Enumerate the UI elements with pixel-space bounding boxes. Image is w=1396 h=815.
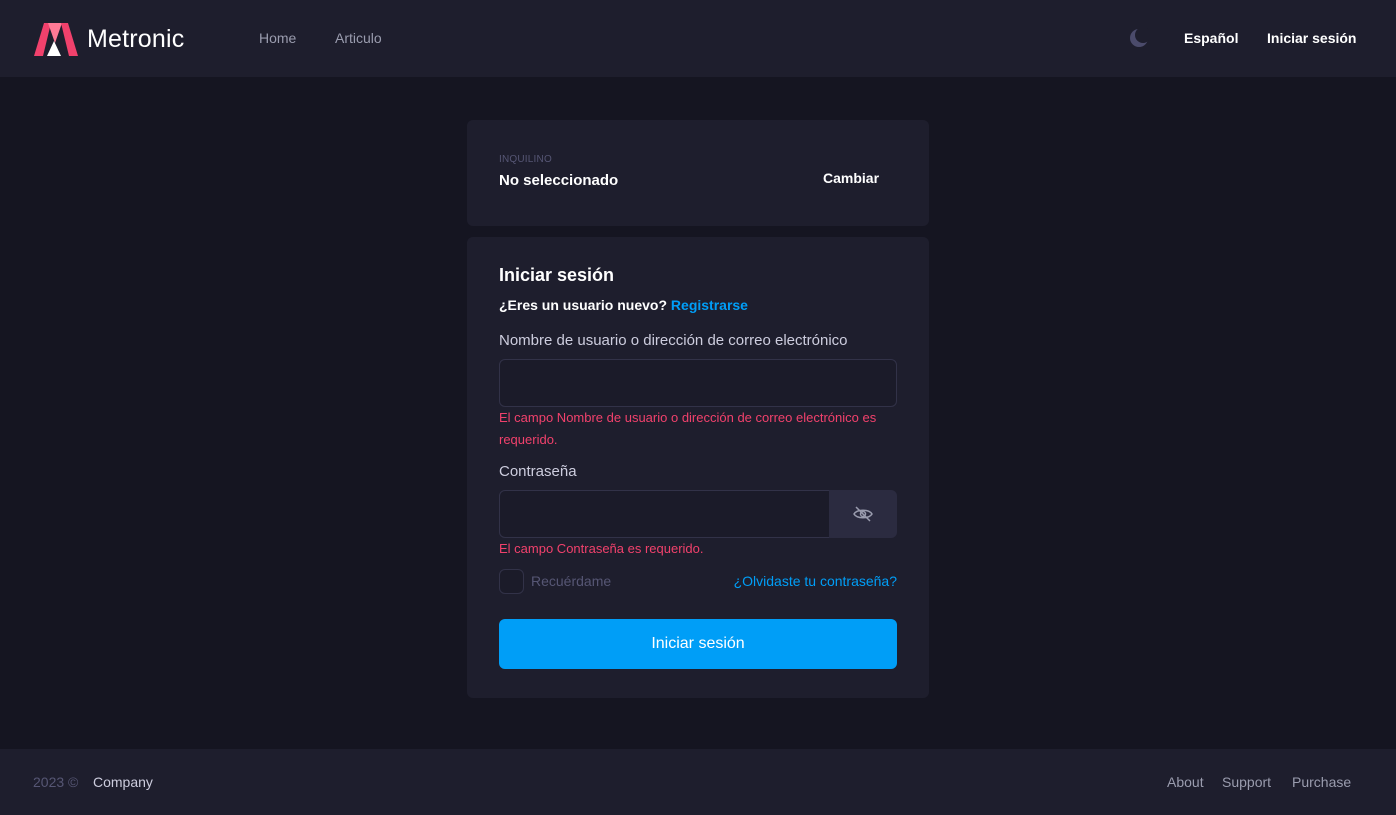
remember-checkbox[interactable] <box>499 569 524 594</box>
nav-home[interactable]: Home <box>259 30 296 46</box>
change-tenant-button[interactable]: Cambiar <box>823 170 879 186</box>
copyright-text: 2023 © <box>33 774 79 790</box>
password-group <box>499 490 897 538</box>
username-input[interactable] <box>499 359 897 407</box>
password-label: Contraseña <box>499 463 577 480</box>
username-error: El campo Nombre de usuario o dirección d… <box>499 410 877 447</box>
footer-about-link[interactable]: About <box>1167 774 1204 790</box>
header-login-link[interactable]: Iniciar sesión <box>1267 30 1356 46</box>
metronic-logo-icon <box>34 22 78 56</box>
new-user-text: ¿Eres un usuario nuevo? <box>499 297 668 313</box>
tenant-label: INQUILINO <box>499 154 552 165</box>
remember-label[interactable]: Recuérdame <box>531 573 611 589</box>
tenant-value: No seleccionado <box>499 172 619 189</box>
brand-name: Metronic <box>87 24 185 53</box>
footer-support-link[interactable]: Support <box>1222 774 1271 790</box>
theme-toggle-button[interactable] <box>1129 27 1151 48</box>
password-input[interactable] <box>499 490 830 538</box>
login-title: Iniciar sesión <box>499 265 615 285</box>
new-user-prompt: ¿Eres un usuario nuevo? Registrarse <box>499 297 748 313</box>
brand-logo[interactable]: Metronic <box>34 22 184 56</box>
company-link[interactable]: Company <box>93 774 153 790</box>
tenant-card: INQUILINO No seleccionado Cambiar <box>467 120 929 226</box>
moon-icon <box>1130 27 1151 47</box>
login-submit-button[interactable]: Iniciar sesión <box>499 619 897 669</box>
password-visibility-toggle[interactable] <box>829 490 897 538</box>
register-link[interactable]: Registrarse <box>671 297 748 313</box>
password-error: El campo Contraseña es requerido. <box>499 541 704 556</box>
username-label: Nombre de usuario o dirección de correo … <box>499 332 848 349</box>
forgot-password-link[interactable]: ¿Olvidaste tu contraseña? <box>734 573 897 589</box>
top-header: Metronic Home Articulo Español Iniciar s… <box>0 0 1396 77</box>
login-card: Iniciar sesión ¿Eres un usuario nuevo? R… <box>467 237 929 698</box>
language-selector[interactable]: Español <box>1184 30 1238 46</box>
footer-purchase-link[interactable]: Purchase <box>1292 774 1351 790</box>
eye-slash-icon <box>853 506 873 522</box>
footer: 2023 © Company About Support Purchase <box>0 749 1396 815</box>
nav-articulo[interactable]: Articulo <box>335 30 382 46</box>
